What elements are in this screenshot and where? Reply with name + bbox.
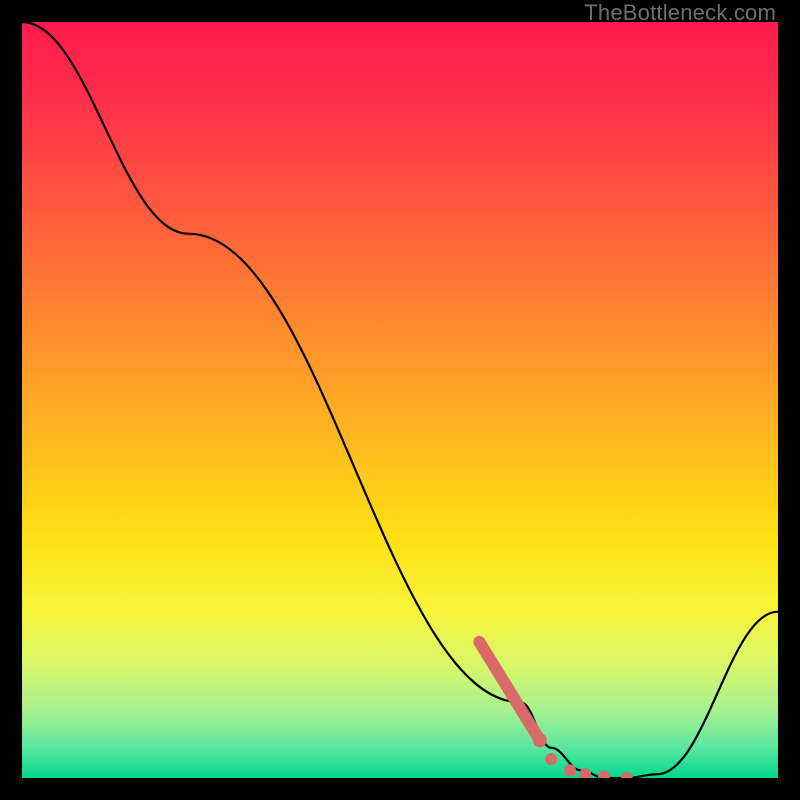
chart-frame (22, 22, 778, 778)
sweet-spot-dot (564, 764, 576, 776)
chart-background (22, 22, 778, 778)
sweet-spot-dot (533, 733, 547, 747)
watermark-label: TheBottleneck.com (584, 0, 776, 26)
chart-svg (22, 22, 778, 778)
sweet-spot-dot (545, 753, 557, 765)
